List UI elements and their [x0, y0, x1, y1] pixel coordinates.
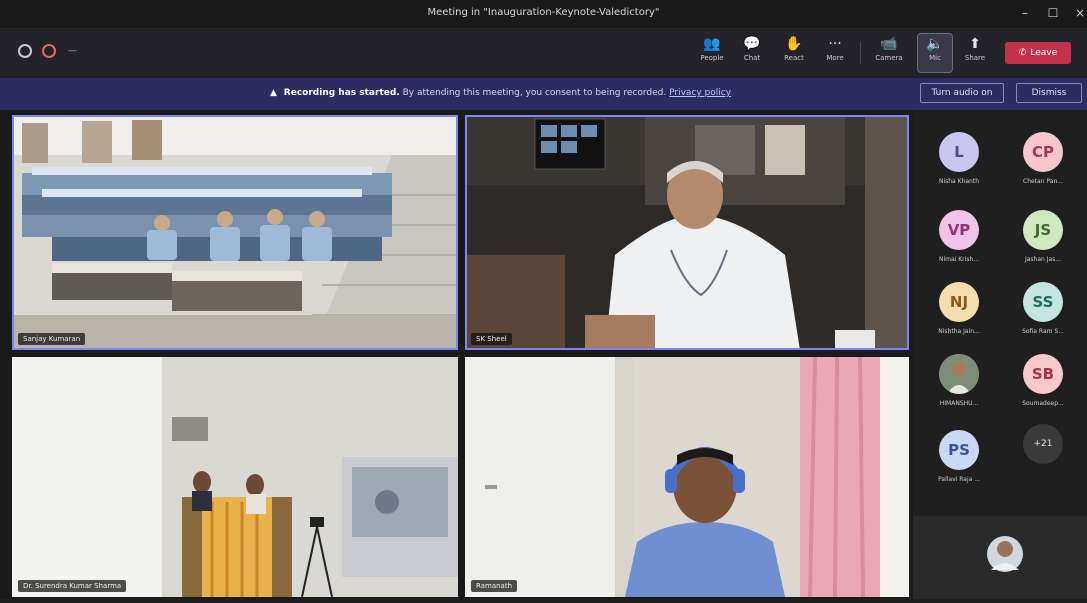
privacy-policy-link[interactable]: Privacy policy — [669, 88, 731, 98]
turn-audio-on-button[interactable]: Turn audio on — [920, 83, 1004, 103]
video-tile[interactable]: Ramanath — [465, 357, 909, 597]
minimize-button[interactable]: – — [1018, 6, 1032, 20]
meeting-timer: — — [68, 46, 77, 56]
participant-item[interactable]: CP Chetan Pan... — [1003, 132, 1083, 185]
video-tile[interactable]: Dr. Surendra Kumar Sharma — [12, 357, 458, 597]
avatar: SB — [1023, 354, 1063, 394]
participant-name: Dr. Surendra Kumar Sharma — [18, 580, 127, 592]
shield-icon — [18, 44, 32, 58]
participant-item[interactable]: HIMANSHU... — [919, 354, 999, 407]
close-button[interactable]: × — [1073, 6, 1087, 20]
banner-message: ▲ Recording has started. By attending th… — [270, 88, 731, 98]
share-button[interactable]: ⬆ Share — [958, 34, 992, 72]
more-button[interactable]: ··· More — [818, 34, 852, 72]
hand-icon: ✋ — [785, 36, 803, 52]
participant-item[interactable]: JS Jashan Jas... — [1003, 210, 1083, 263]
banner-text: By attending this meeting, you consent t… — [402, 88, 667, 98]
participant-name: Ramanath — [471, 580, 518, 592]
participant-item[interactable]: VP Nimai Krish... — [919, 210, 999, 263]
camera-button[interactable]: 📹 Camera — [872, 34, 906, 72]
participant-item[interactable]: PS Pallavi Raja ... — [919, 430, 999, 483]
avatar — [939, 354, 979, 394]
title-bar: Meeting in "Inauguration-Keynote-Valedic… — [0, 0, 1087, 29]
participant-item[interactable]: NJ Nishtha Jain... — [919, 282, 999, 335]
avatar: PS — [939, 430, 979, 470]
react-button[interactable]: ✋ React — [777, 34, 811, 72]
participant-name: Sanjay Kumaran — [18, 333, 86, 345]
chat-icon: 💬 — [743, 36, 761, 52]
participant-item[interactable]: SB Soumadeep... — [1003, 354, 1083, 407]
more-participants-button[interactable]: +21 — [1003, 424, 1083, 464]
people-button[interactable]: 👥 People — [695, 34, 729, 72]
phone-icon: ✆ — [1018, 48, 1027, 58]
participant-name: Jashan Jas... — [1024, 256, 1062, 263]
recording-banner: ▲ Recording has started. By attending th… — [0, 78, 1087, 110]
self-view[interactable] — [913, 516, 1087, 599]
avatar: CP — [1023, 132, 1063, 172]
participant-name: SK Sheel — [471, 333, 512, 345]
avatar: VP — [939, 210, 979, 250]
video-stage: Sanjay Kumaran SK Sheel Dr. Surendra Kum… — [0, 110, 913, 599]
meeting-status: — — [18, 44, 77, 58]
avatar: NJ — [939, 282, 979, 322]
video-tile[interactable]: SK Sheel — [465, 115, 909, 350]
participant-name: HIMANSHU... — [939, 400, 979, 407]
participant-name: Nisha Khanth — [938, 178, 980, 185]
more-icon: ··· — [828, 36, 842, 52]
dismiss-button[interactable]: Dismiss — [1016, 83, 1082, 103]
participant-name: Sofia Ram S... — [1022, 328, 1064, 335]
speaker-video — [465, 115, 909, 350]
self-video — [913, 516, 1087, 599]
leave-button[interactable]: ✆ Leave — [1005, 42, 1071, 64]
participant-name: Chetan Pan... — [1023, 178, 1063, 185]
participant-item[interactable]: SS Sofia Ram S... — [1003, 282, 1083, 335]
participant-video — [465, 357, 909, 597]
participant-name: Nishtha Jain... — [938, 328, 980, 335]
video-tile[interactable]: Sanjay Kumaran — [12, 115, 458, 350]
chat-button[interactable]: 💬 Chat — [735, 34, 769, 72]
share-icon: ⬆ — [969, 36, 981, 52]
participant-name: Soumadeep... — [1022, 400, 1064, 407]
people-icon: 👥 — [703, 36, 721, 52]
more-participants-count: +21 — [1023, 424, 1063, 464]
avatar: JS — [1023, 210, 1063, 250]
avatar: SS — [1023, 282, 1063, 322]
recording-icon — [42, 44, 56, 58]
banner-title: Recording has started. — [283, 88, 400, 98]
auditorium-video — [12, 115, 458, 350]
camera-icon: 📹 — [880, 36, 898, 52]
participant-name: Pallavi Raja ... — [938, 476, 980, 483]
window-title: Meeting in "Inauguration-Keynote-Valedic… — [427, 7, 660, 18]
toolbar-divider — [860, 42, 861, 64]
participants-panel: L Nisha Khanth CP Chetan Pan... VP Nimai… — [913, 110, 1087, 599]
stage-video — [12, 357, 458, 597]
maximize-button[interactable]: ☐ — [1046, 6, 1060, 20]
avatar: L — [939, 132, 979, 172]
participant-name: Nimai Krish... — [939, 256, 979, 263]
profile-photo — [939, 354, 979, 394]
mic-button[interactable]: 🔈 Mic — [917, 33, 953, 73]
participant-item[interactable]: L Nisha Khanth — [919, 132, 999, 185]
speaker-icon: 🔈 — [926, 36, 944, 52]
meeting-toolbar: — 👥 People 💬 Chat ✋ React ··· More 📹 Cam… — [0, 30, 1087, 76]
warning-icon: ▲ — [270, 88, 277, 98]
